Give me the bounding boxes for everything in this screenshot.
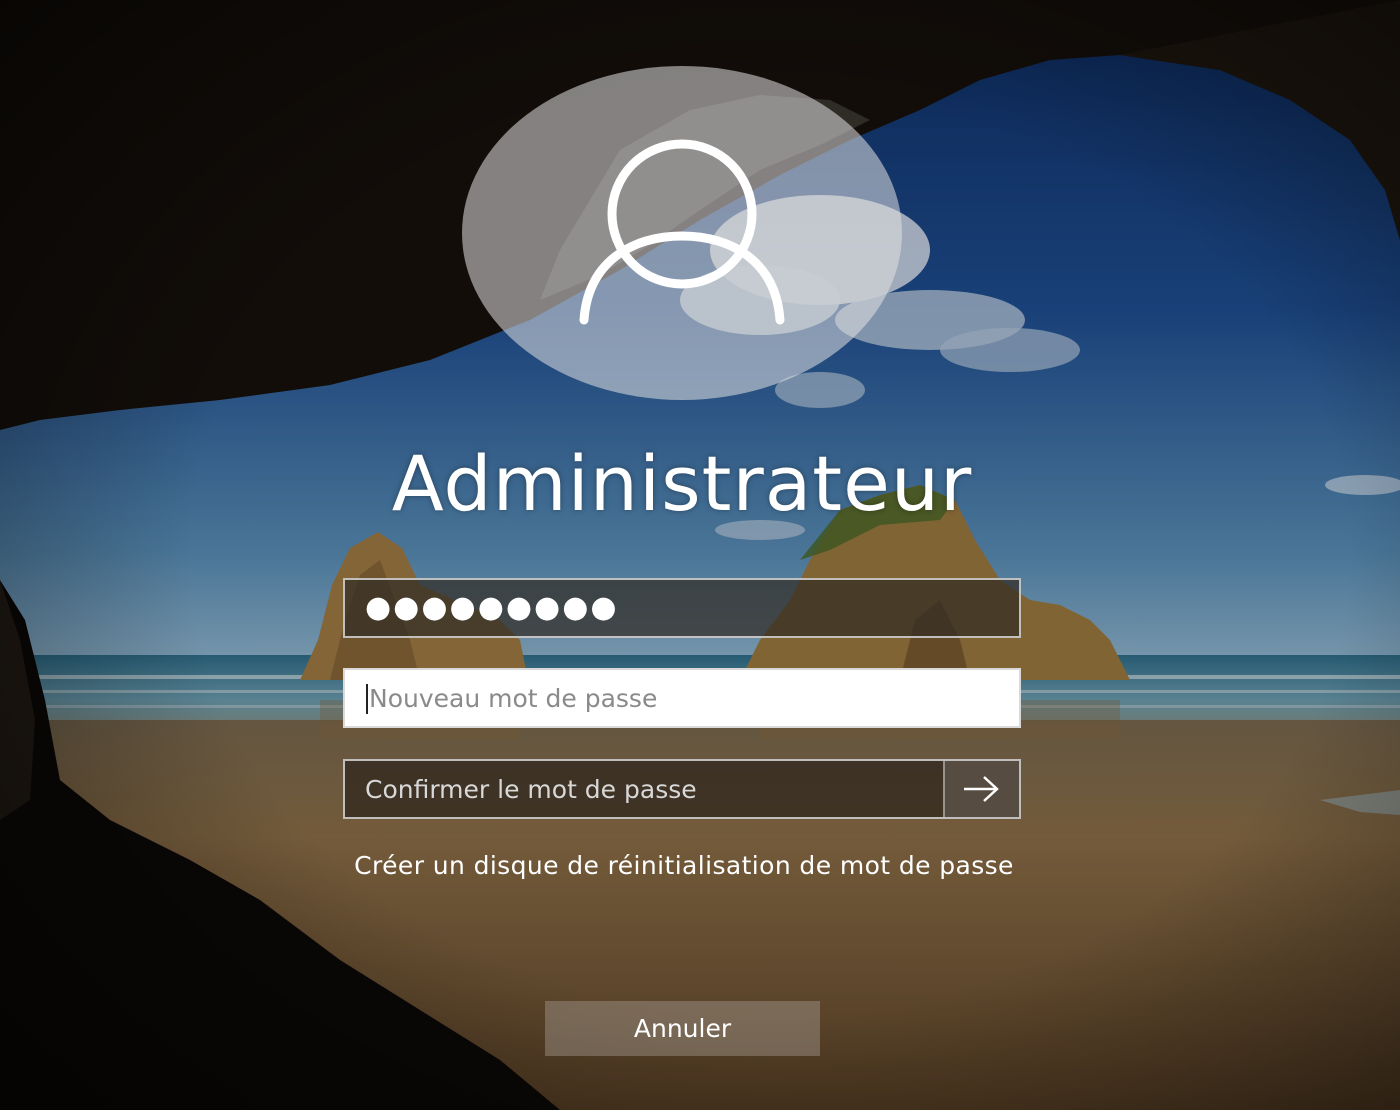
new-password-placeholder: Nouveau mot de passe	[369, 684, 658, 713]
new-password-field[interactable]: Nouveau mot de passe	[343, 668, 1021, 728]
text-caret	[366, 684, 368, 714]
user-silhouette-icon	[579, 139, 785, 325]
arrow-right-icon	[964, 776, 999, 802]
submit-button[interactable]	[943, 761, 1019, 817]
confirm-password-field[interactable]: Confirmer le mot de passe	[343, 759, 1021, 819]
confirm-password-placeholder: Confirmer le mot de passe	[365, 775, 697, 804]
create-reset-disk-link[interactable]: Créer un disque de réinitialisation de m…	[330, 848, 1038, 884]
old-password-field[interactable]: ●●●●●●●●●	[343, 578, 1021, 638]
user-avatar	[462, 66, 902, 400]
lock-screen: Administrateur ●●●●●●●●● Nouveau mot de …	[0, 0, 1400, 1110]
user-name: Administrateur	[391, 439, 973, 528]
old-password-value: ●●●●●●●●●	[365, 590, 619, 625]
cancel-button[interactable]: Annuler	[545, 1001, 820, 1056]
